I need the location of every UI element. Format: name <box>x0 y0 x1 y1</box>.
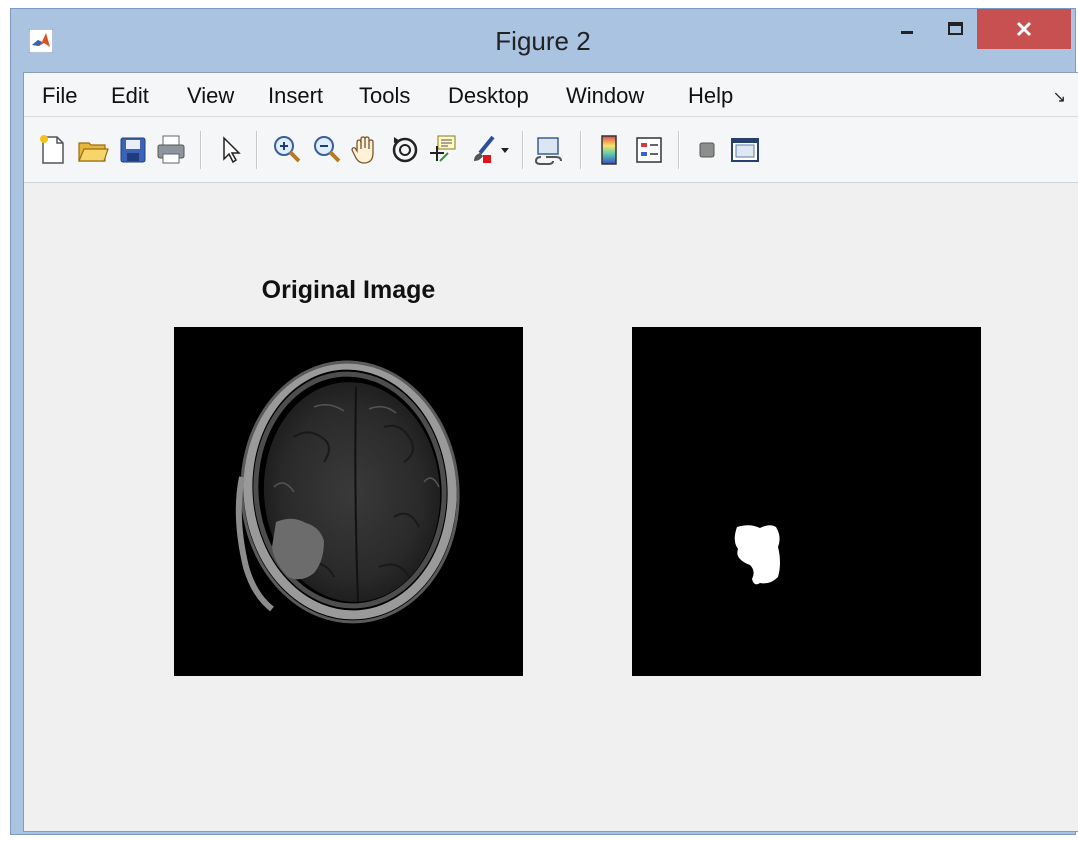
axes-title-original: Original Image <box>261 276 436 304</box>
menu-file[interactable]: File <box>42 83 77 109</box>
figure-toolbar <box>24 117 1078 183</box>
save-icon[interactable] <box>116 133 150 167</box>
insert-colorbar-icon[interactable] <box>592 133 626 167</box>
menu-edit[interactable]: Edit <box>111 83 149 109</box>
rotate-3d-icon[interactable] <box>388 133 422 167</box>
menu-desktop[interactable]: Desktop <box>448 83 529 109</box>
minimize-icon <box>901 31 913 34</box>
toolbar-separator <box>580 131 582 169</box>
axes-segmented-mask[interactable] <box>632 327 981 676</box>
menu-help[interactable]: Help <box>688 83 733 109</box>
close-button[interactable] <box>977 9 1071 49</box>
edit-plot-arrow-icon[interactable] <box>214 133 248 167</box>
pan-hand-icon[interactable] <box>348 133 382 167</box>
tumor-mask-image <box>632 327 981 676</box>
menu-tools[interactable]: Tools <box>359 83 410 109</box>
link-plot-icon[interactable] <box>532 133 566 167</box>
figure-client-area: File Edit View Insert Tools Desktop Wind… <box>23 72 1078 832</box>
print-icon[interactable] <box>154 133 188 167</box>
figure-window: Figure 2 File Edit View Insert Tools Des… <box>10 8 1078 835</box>
brush-dropdown-icon[interactable] <box>496 133 514 167</box>
menu-bar: File Edit View Insert Tools Desktop Wind… <box>24 73 1078 117</box>
toolbar-separator <box>200 131 202 169</box>
close-icon <box>1016 21 1032 37</box>
menu-view[interactable]: View <box>187 83 234 109</box>
insert-legend-icon[interactable] <box>632 133 666 167</box>
hide-plot-tools-icon[interactable] <box>690 133 724 167</box>
menu-insert[interactable]: Insert <box>268 83 323 109</box>
title-bar[interactable]: Figure 2 <box>11 9 1075 71</box>
toolbar-separator <box>522 131 524 169</box>
brush-icon[interactable] <box>466 133 500 167</box>
brain-mri-image <box>174 327 523 676</box>
minimize-button[interactable] <box>881 9 933 49</box>
show-plot-tools-icon[interactable] <box>728 133 762 167</box>
axes-original-image[interactable] <box>174 327 523 676</box>
toolbar-separator <box>256 131 258 169</box>
open-file-icon[interactable] <box>76 133 110 167</box>
new-figure-icon[interactable] <box>36 133 70 167</box>
maximize-icon <box>948 22 963 35</box>
figure-canvas: Original Image <box>24 184 1078 831</box>
maximize-button[interactable] <box>933 9 979 49</box>
zoom-out-icon[interactable] <box>310 133 344 167</box>
data-cursor-icon[interactable] <box>426 133 460 167</box>
menu-window[interactable]: Window <box>566 83 644 109</box>
dock-figure-icon[interactable]: ↘ <box>1053 87 1066 107</box>
zoom-in-icon[interactable] <box>270 133 304 167</box>
toolbar-separator <box>678 131 680 169</box>
